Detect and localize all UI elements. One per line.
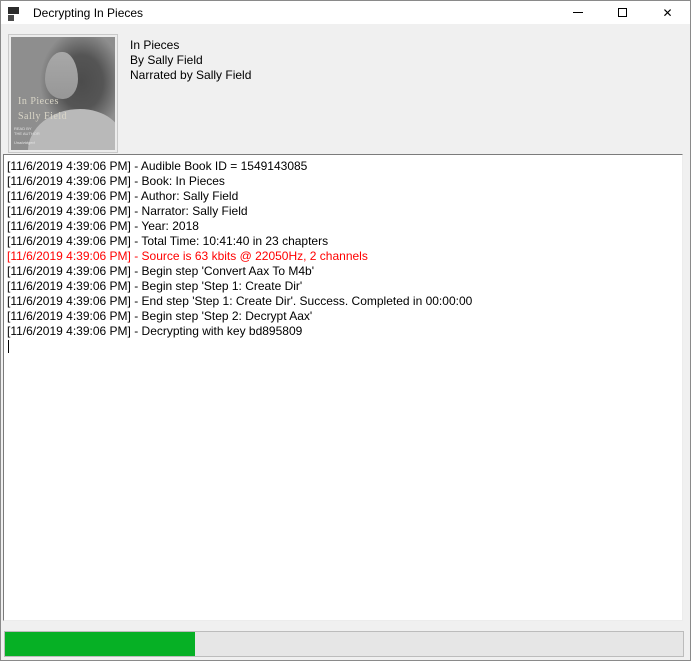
log-line: [11/6/2019 4:39:06 PM] - Narrator: Sally… <box>7 204 679 219</box>
app-icon-square-top <box>8 7 19 14</box>
app-icon <box>8 5 24 21</box>
close-icon: ✕ <box>662 7 672 19</box>
text-caret <box>8 340 9 353</box>
book-narrator: Narrated by Sally Field <box>130 68 251 83</box>
log-line: [11/6/2019 4:39:06 PM] - Audible Book ID… <box>7 159 679 174</box>
log-line: [11/6/2019 4:39:06 PM] - Author: Sally F… <box>7 189 679 204</box>
cover-title-text: In Pieces <box>18 96 59 107</box>
log-output[interactable]: [11/6/2019 4:39:06 PM] - Audible Book ID… <box>3 154 683 621</box>
maximize-button[interactable] <box>600 1 645 24</box>
log-line: [11/6/2019 4:39:06 PM] - Book: In Pieces <box>7 174 679 189</box>
log-line: [11/6/2019 4:39:06 PM] - Begin step 'Ste… <box>7 279 679 294</box>
cover-readby-text: READ BY THE AUTHOR <box>14 126 40 136</box>
log-line: [11/6/2019 4:39:06 PM] - Decrypting with… <box>7 324 679 339</box>
cover-author-text: Sally Field <box>18 111 67 122</box>
minimize-icon <box>573 12 583 13</box>
minimize-button[interactable] <box>555 1 600 24</box>
maximize-icon <box>618 8 627 17</box>
book-title: In Pieces <box>130 38 251 53</box>
progress-bar <box>4 631 684 657</box>
close-button[interactable]: ✕ <box>645 1 690 24</box>
log-line: [11/6/2019 4:39:06 PM] - Begin step 'Ste… <box>7 309 679 324</box>
window-controls: ✕ <box>555 1 690 24</box>
cover-edition-text: Unabridged <box>14 140 40 145</box>
log-line: [11/6/2019 4:39:06 PM] - Total Time: 10:… <box>7 234 679 249</box>
cover-portrait-face <box>45 52 77 99</box>
app-icon-square-bottom <box>8 15 14 21</box>
window-title: Decrypting In Pieces <box>33 6 143 20</box>
log-line: [11/6/2019 4:39:06 PM] - End step 'Step … <box>7 294 679 309</box>
log-line: [11/6/2019 4:39:06 PM] - Source is 63 kb… <box>7 249 679 264</box>
app-window: Decrypting In Pieces ✕ In Pieces Sally F… <box>0 0 691 661</box>
log-caret-line <box>7 339 679 354</box>
log-line: [11/6/2019 4:39:06 PM] - Begin step 'Con… <box>7 264 679 279</box>
progress-fill <box>5 632 195 656</box>
book-cover-image: In Pieces Sally Field READ BY THE AUTHOR… <box>9 35 117 152</box>
book-info: In Pieces By Sally Field Narrated by Sal… <box>130 38 251 83</box>
log-line: [11/6/2019 4:39:06 PM] - Year: 2018 <box>7 219 679 234</box>
title-bar[interactable]: Decrypting In Pieces ✕ <box>1 1 690 24</box>
book-author: By Sally Field <box>130 53 251 68</box>
